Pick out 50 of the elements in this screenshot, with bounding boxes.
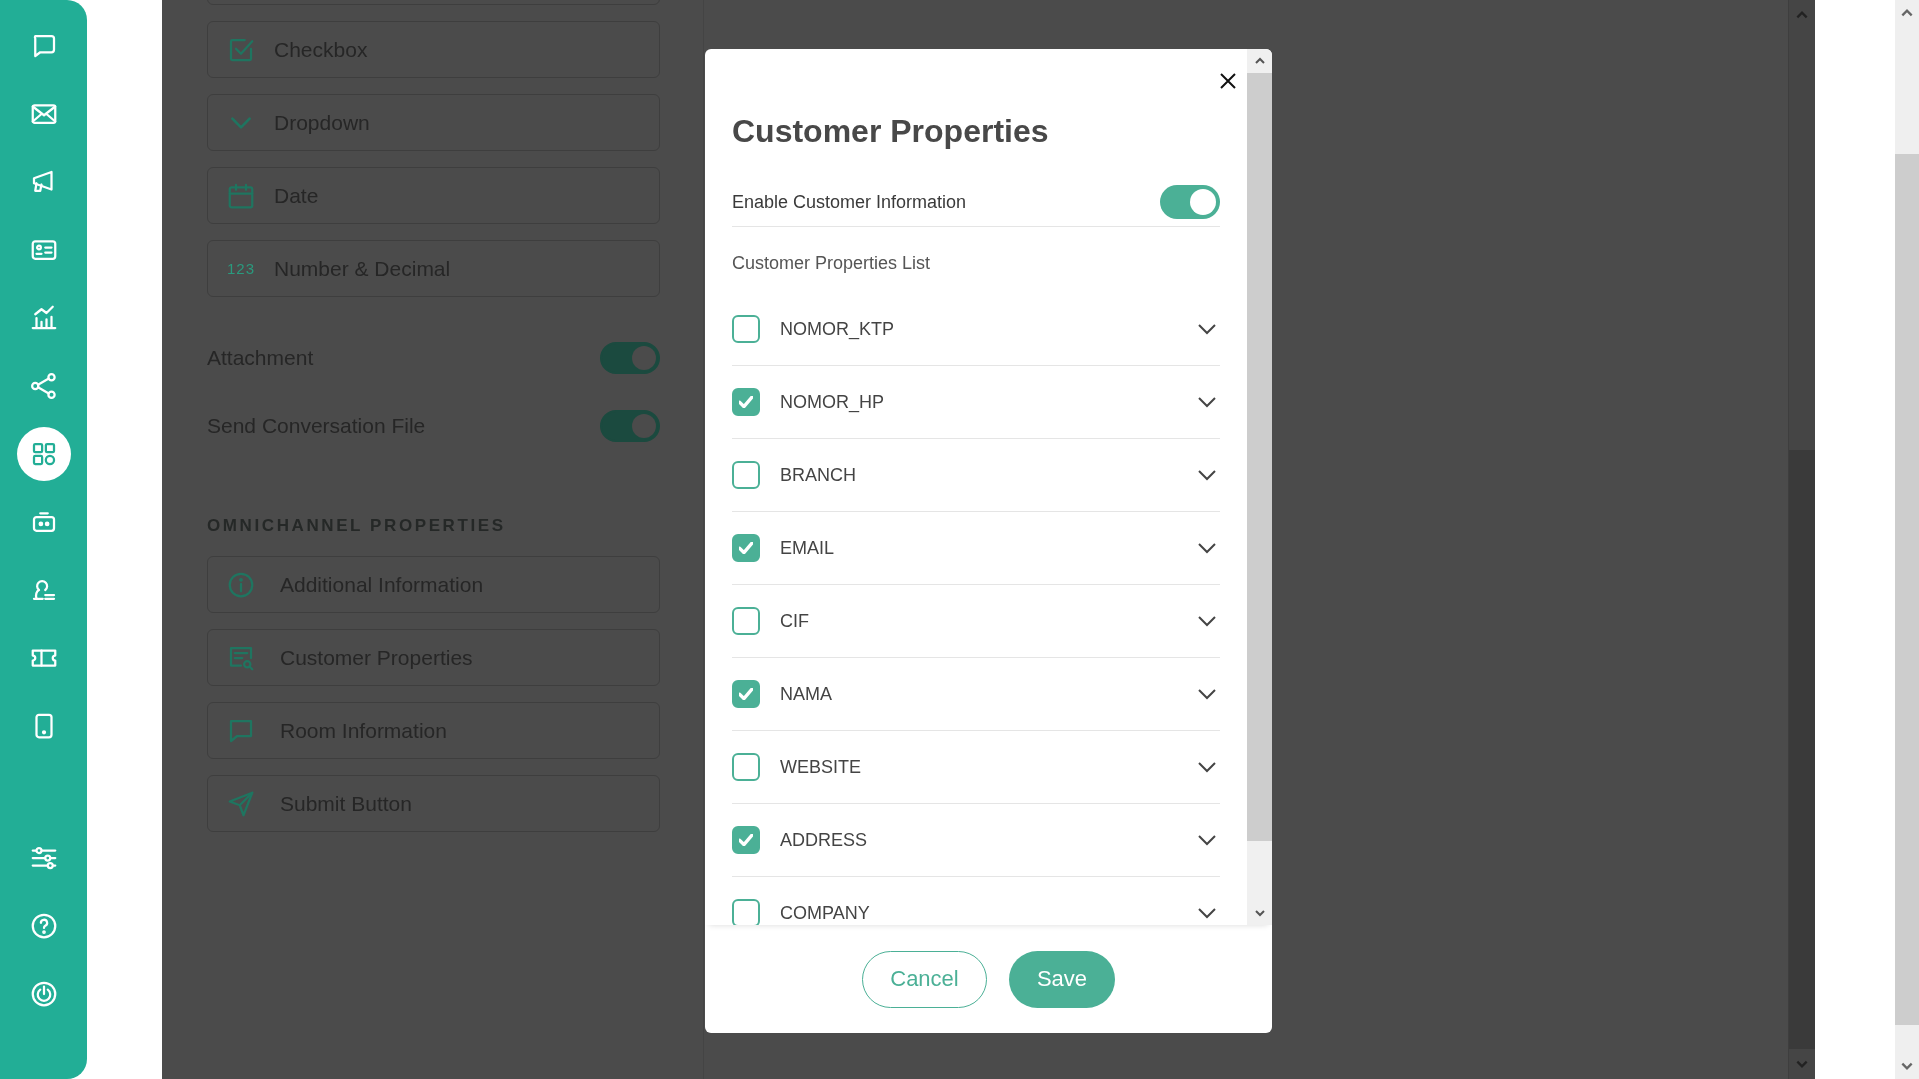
- nav-button[interactable]: [16, 427, 71, 481]
- property-name: CIF: [780, 610, 810, 632]
- checkbox[interactable]: [732, 680, 760, 708]
- chevron-down-icon[interactable]: [1253, 909, 1266, 917]
- chevron-down-icon[interactable]: [1197, 907, 1217, 919]
- checkbox[interactable]: [732, 753, 760, 781]
- number-icon: 123: [227, 260, 255, 277]
- chevron-down-icon[interactable]: [1197, 396, 1217, 408]
- close-icon: [1218, 71, 1238, 91]
- property-name: NAMA: [780, 683, 833, 705]
- property-name: COMPANY: [780, 902, 871, 924]
- checkmark-icon: [739, 542, 753, 554]
- checkbox[interactable]: [732, 899, 760, 925]
- list-label: Customer Properties List: [732, 252, 932, 275]
- chevron-down-icon[interactable]: [1197, 834, 1217, 846]
- chevron-up-icon[interactable]: [1253, 57, 1266, 65]
- save-button[interactable]: Save: [1009, 950, 1115, 1008]
- chevron-down-icon[interactable]: [1197, 469, 1217, 481]
- checkbox[interactable]: [732, 315, 760, 343]
- checkbox[interactable]: [732, 461, 760, 489]
- checkbox[interactable]: [732, 388, 760, 416]
- property-name: EMAIL: [780, 537, 836, 559]
- share-nodes-icon: [28, 371, 59, 401]
- scrollbar[interactable]: [1247, 49, 1272, 925]
- property-name: ADDRESS: [780, 829, 869, 851]
- chevron-down-icon[interactable]: [1197, 688, 1217, 700]
- chevron-down-icon[interactable]: [1197, 761, 1217, 773]
- property-name: BRANCH: [780, 464, 857, 486]
- checkbox[interactable]: [732, 826, 760, 854]
- chevron-down-icon[interactable]: [1197, 615, 1217, 627]
- chevron-up-icon[interactable]: [1900, 8, 1914, 18]
- cancel-button[interactable]: Cancel: [862, 950, 987, 1008]
- checkmark-icon: [739, 834, 753, 846]
- chevron-down-icon[interactable]: [1197, 542, 1217, 554]
- checkbox[interactable]: [732, 534, 760, 562]
- toggle-switch[interactable]: [600, 342, 660, 374]
- checkmark-icon: [739, 396, 753, 408]
- toggle-switch[interactable]: [600, 410, 660, 442]
- chevron-down-icon: [231, 116, 251, 129]
- checkmark-icon: [739, 688, 753, 700]
- chevron-down-icon[interactable]: [1197, 323, 1217, 335]
- toggle-label: Enable Customer Information: [732, 191, 967, 213]
- property-name: WEBSITE: [780, 756, 862, 778]
- scrollbar[interactable]: [1895, 0, 1919, 1079]
- toggle-switch[interactable]: [1160, 185, 1220, 219]
- property-name: NOMOR_HP: [780, 391, 885, 413]
- dialog-title: Customer Properties: [732, 112, 1050, 151]
- chevron-down-icon[interactable]: [1900, 1061, 1914, 1071]
- property-name: NOMOR_KTP: [780, 318, 895, 340]
- checkbox[interactable]: [732, 607, 760, 635]
